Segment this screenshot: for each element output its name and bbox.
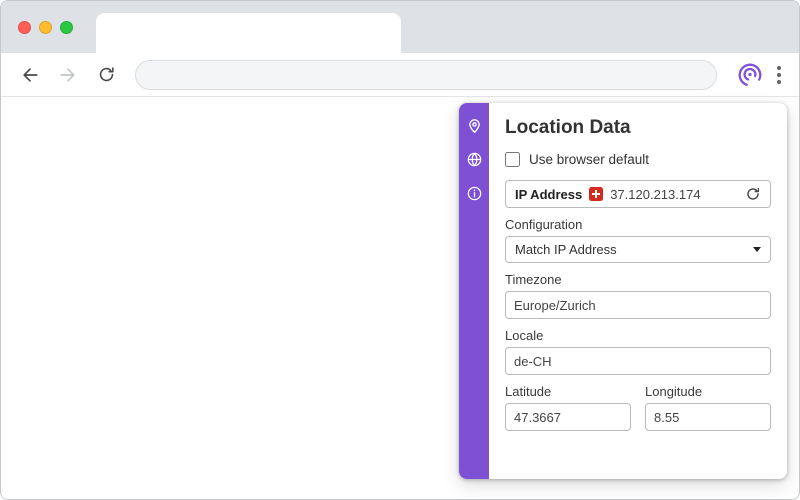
arrow-left-icon	[20, 65, 40, 85]
latitude-label: Latitude	[505, 384, 552, 399]
locale-label: Locale	[505, 328, 544, 343]
ip-address-label: IP Address	[515, 186, 583, 202]
sidebar-item-info[interactable]	[464, 183, 484, 203]
info-icon	[466, 185, 483, 202]
locale-input[interactable]	[505, 347, 771, 375]
refresh-ip-button[interactable]	[745, 186, 761, 202]
location-extension-button[interactable]	[733, 58, 767, 92]
arrow-right-icon	[58, 65, 78, 85]
configuration-selected-value: Match IP Address	[515, 242, 617, 257]
timezone-input[interactable]	[505, 291, 771, 319]
reload-button[interactable]	[89, 58, 123, 92]
use-browser-default-row: Use browser default	[505, 152, 771, 167]
map-pin-icon	[466, 117, 483, 134]
browser-tab[interactable]	[96, 13, 401, 53]
timezone-label: Timezone	[505, 272, 562, 287]
reload-icon	[97, 65, 116, 84]
ip-address-box: IP Address 37.120.213.174	[505, 180, 771, 208]
browser-toolbar	[1, 53, 799, 97]
location-data-panel: Location Data Use browser default IP Add…	[459, 103, 787, 479]
use-browser-default-checkbox[interactable]	[505, 152, 520, 167]
panel-body: Location Data Use browser default IP Add…	[489, 103, 787, 479]
extension-logo-icon	[737, 62, 763, 88]
refresh-icon	[745, 186, 761, 202]
kebab-menu-icon	[777, 65, 781, 70]
browser-chrome	[1, 1, 799, 53]
traffic-lights	[18, 21, 73, 34]
browser-menu-button[interactable]	[771, 60, 787, 90]
use-browser-default-label: Use browser default	[529, 152, 650, 167]
forward-button[interactable]	[51, 58, 85, 92]
switzerland-flag-icon	[589, 187, 604, 201]
panel-sidebar	[459, 103, 489, 479]
sidebar-item-location[interactable]	[464, 115, 484, 135]
latitude-input[interactable]	[505, 403, 631, 431]
maximize-window-button[interactable]	[60, 21, 73, 34]
sidebar-item-globe[interactable]	[464, 149, 484, 169]
longitude-input[interactable]	[645, 403, 771, 431]
configuration-select[interactable]: Match IP Address	[505, 236, 771, 263]
minimize-window-button[interactable]	[39, 21, 52, 34]
page-content: Location Data Use browser default IP Add…	[1, 97, 799, 499]
browser-window: Location Data Use browser default IP Add…	[0, 0, 800, 500]
longitude-label: Longitude	[645, 384, 703, 399]
close-window-button[interactable]	[18, 21, 31, 34]
page-title: Location Data	[505, 117, 631, 138]
ip-address-value: 37.120.213.174	[610, 186, 701, 202]
address-bar[interactable]	[135, 59, 717, 90]
configuration-label: Configuration	[505, 217, 583, 232]
caret-down-icon	[753, 247, 761, 252]
globe-icon	[466, 151, 483, 168]
coordinates-row: Latitude Longitude	[505, 375, 771, 431]
back-button[interactable]	[13, 58, 47, 92]
